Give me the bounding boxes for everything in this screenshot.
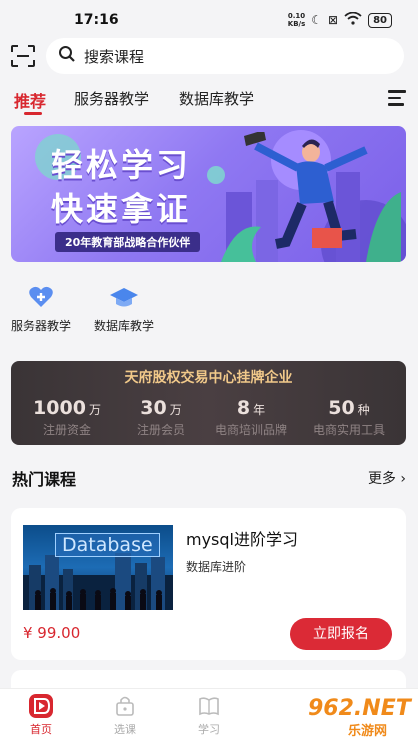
search-icon bbox=[58, 45, 76, 67]
course-thumbnail: Database bbox=[23, 525, 173, 610]
stat-item: 8年 电商培训品牌 bbox=[214, 397, 287, 437]
tab-server[interactable]: 服务器教学 bbox=[74, 88, 149, 109]
student-illustration bbox=[221, 132, 401, 262]
banner-tag: 20年教育部战略合作伙伴 bbox=[55, 232, 201, 252]
course-card[interactable]: Database mysql进阶学习 数据库进阶 ¥ 99.00 立即报名 bbox=[11, 508, 406, 660]
banner-title-line2: 快速拿证 bbox=[51, 190, 192, 228]
stat-item: 30 万 注册会员 bbox=[136, 397, 185, 437]
promo-banner[interactable]: 轻松学习 快速拿证 20年教育部战略合作伙伴 bbox=[11, 126, 406, 262]
nav-study[interactable]: 学习 bbox=[179, 691, 239, 737]
chevron-right-icon: › bbox=[395, 471, 406, 487]
category-shortcuts: 服务器教学 数据库教学 bbox=[0, 285, 418, 345]
stats-title: 天府股权交易中心挂牌企业 bbox=[124, 370, 293, 386]
book-icon bbox=[179, 691, 239, 719]
category-tabs: 推荐 服务器教学 数据库教学 bbox=[0, 84, 418, 120]
banner-title-line1: 轻松学习 bbox=[51, 146, 192, 184]
home-play-icon bbox=[11, 691, 71, 719]
more-link[interactable]: 更多 › bbox=[368, 468, 406, 488]
sim-off-icon: ⊠ bbox=[328, 13, 339, 27]
scan-icon[interactable] bbox=[10, 44, 36, 68]
status-icons: 0.10 KB/s ☾ ⊠ 80 bbox=[287, 11, 392, 28]
tab-active-indicator bbox=[24, 112, 42, 115]
menu-icon[interactable] bbox=[388, 90, 406, 110]
moon-icon: ☾ bbox=[311, 13, 323, 27]
hot-courses-header: 热门课程 更多 › bbox=[12, 466, 406, 490]
section-title: 热门课程 bbox=[12, 470, 77, 489]
battery-indicator: 80 bbox=[368, 12, 392, 28]
wifi-icon bbox=[344, 11, 362, 28]
lock-bag-icon bbox=[95, 691, 155, 719]
tab-recommend[interactable]: 推荐 bbox=[14, 88, 46, 112]
tab-database[interactable]: 数据库教学 bbox=[179, 88, 254, 109]
stat-item: 50 种 电商实用工具 bbox=[312, 397, 385, 437]
stat-item: 1000 万 注册资金 bbox=[33, 397, 101, 437]
site-watermark: 962.NET 乐游网 bbox=[308, 696, 411, 739]
status-time: 17:16 bbox=[74, 12, 119, 28]
company-stats-banner: 天府股权交易中心挂牌企业 1000 万 注册资金 30 万 注册会员 8年 电商培训… bbox=[11, 361, 406, 445]
net-speed: 0.10 KB/s bbox=[287, 12, 306, 28]
graduation-cap-icon bbox=[90, 285, 158, 311]
category-database[interactable]: 数据库教学 bbox=[90, 285, 158, 334]
nav-home[interactable]: 首页 bbox=[11, 691, 71, 737]
status-bar: 17:16 0.10 KB/s ☾ ⊠ 80 bbox=[0, 0, 418, 40]
course-subtitle: 数据库进阶 bbox=[186, 560, 247, 574]
category-server[interactable]: 服务器教学 bbox=[8, 285, 74, 334]
search-input[interactable]: 搜索课程 bbox=[46, 38, 404, 74]
course-price: ¥ 99.00 bbox=[23, 624, 81, 642]
heart-medkit-icon bbox=[8, 285, 74, 311]
course-title: mysql进阶学习 bbox=[186, 530, 298, 549]
nav-courses[interactable]: 选课 bbox=[95, 691, 155, 737]
enroll-button[interactable]: 立即报名 bbox=[290, 618, 392, 650]
search-placeholder: 搜索课程 bbox=[84, 47, 145, 66]
